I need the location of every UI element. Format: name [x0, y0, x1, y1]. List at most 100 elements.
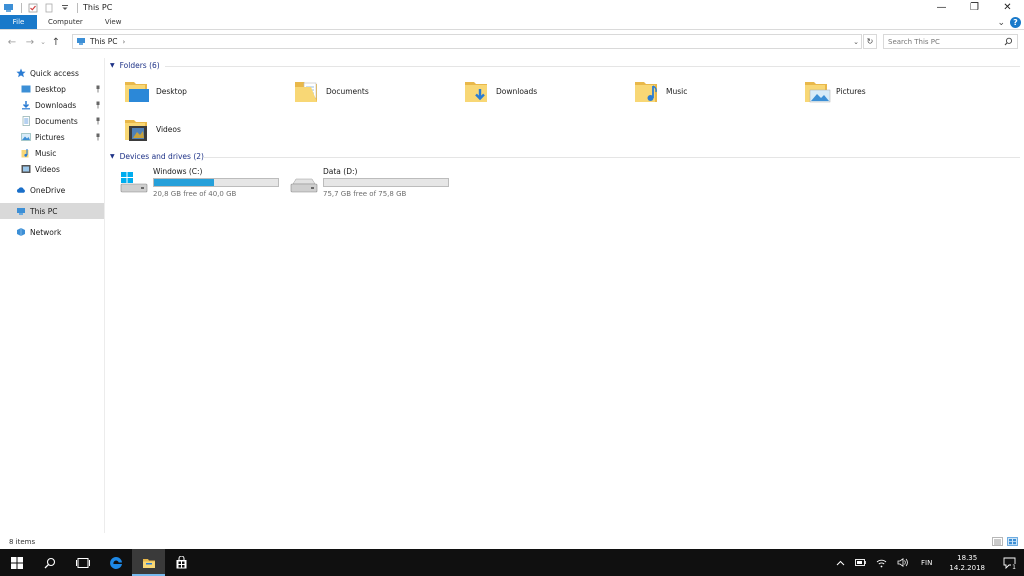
collapse-chevron-icon[interactable]: ▼	[110, 153, 115, 160]
maximize-button[interactable]: ❐	[958, 0, 991, 15]
sidebar-item-downloads[interactable]: Downloads	[21, 97, 76, 113]
store-taskbar-button[interactable]	[165, 549, 198, 576]
folder-tile-desktop[interactable]: Desktop	[123, 75, 187, 107]
network-icon	[16, 227, 26, 237]
back-button[interactable]: ←	[3, 34, 21, 50]
this-pc-window-icon[interactable]	[3, 2, 14, 13]
taskbar: FIN 18.35 14.2.2018 1	[0, 549, 1024, 576]
search-input[interactable]	[884, 37, 999, 46]
pictures-folder-icon	[21, 132, 31, 142]
address-dropdown-icon[interactable]: ⌄	[853, 38, 859, 46]
star-icon	[16, 68, 26, 78]
wifi-icon[interactable]	[871, 549, 892, 576]
drive-usage-bar	[323, 178, 449, 187]
address-bar[interactable]: This PC › ⌄	[72, 34, 862, 49]
properties-icon[interactable]	[27, 2, 38, 13]
tab-file[interactable]: File	[0, 15, 37, 29]
collapse-chevron-icon[interactable]: ▼	[110, 62, 115, 69]
action-center-button[interactable]: 1	[994, 549, 1024, 576]
forward-button[interactable]: →	[21, 34, 39, 50]
window-title: This PC	[83, 3, 113, 12]
sidebar-item-music[interactable]: Music	[21, 145, 56, 161]
task-view-button[interactable]	[66, 549, 99, 576]
sidebar-item-label: Downloads	[35, 100, 77, 110]
help-icon[interactable]: ?	[1010, 17, 1021, 28]
folder-label: Pictures	[836, 86, 866, 96]
tab-computer[interactable]: Computer	[37, 15, 94, 29]
sidebar-item-label: Documents	[35, 116, 78, 126]
pin-icon	[95, 101, 101, 109]
sidebar-item-label: Network	[30, 227, 62, 237]
music-folder-icon	[633, 77, 661, 105]
sidebar-item-label: OneDrive	[30, 185, 66, 195]
pictures-folder-icon	[803, 77, 831, 105]
edge-taskbar-button[interactable]	[99, 549, 132, 576]
search-box[interactable]	[883, 34, 1018, 49]
sidebar-item-label: Videos	[35, 164, 60, 174]
expand-ribbon-icon[interactable]: ⌄	[997, 18, 1005, 28]
input-language[interactable]: FIN	[913, 549, 940, 576]
computer-icon	[16, 206, 26, 216]
breadcrumb[interactable]: This PC	[90, 37, 117, 46]
status-bar: 8 items	[0, 534, 1024, 549]
folder-tile-music[interactable]: Music	[633, 75, 687, 107]
window-controls: — ❐ ✕	[925, 0, 1024, 15]
search-button[interactable]	[33, 549, 66, 576]
drive-name: Windows (C:)	[153, 167, 203, 176]
recent-locations-button[interactable]: ⌄	[39, 34, 47, 50]
up-button[interactable]: ↑	[47, 34, 65, 50]
folder-tile-downloads[interactable]: Downloads	[463, 75, 537, 107]
sidebar-item-label: Music	[35, 148, 57, 158]
folder-label: Music	[666, 86, 688, 96]
sidebar-item-network[interactable]: Network	[16, 224, 61, 240]
folder-label: Desktop	[156, 86, 187, 96]
details-view-icon[interactable]	[992, 537, 1003, 546]
large-icons-view-icon[interactable]	[1007, 537, 1018, 546]
drive-usage-bar	[153, 178, 279, 187]
drive-tile-d[interactable]: Data (D:) 75,7 GB free of 75,8 GB	[289, 167, 449, 198]
drive-tile-c[interactable]: Windows (C:) 20,8 GB free of 40,0 GB	[119, 167, 279, 198]
folders-group-header[interactable]: ▼ Folders (6)	[110, 59, 160, 71]
search-icon[interactable]	[1004, 37, 1013, 48]
refresh-button[interactable]: ↻	[863, 34, 877, 49]
customize-toolbar-icon[interactable]	[59, 2, 70, 13]
sidebar-item-documents[interactable]: Documents	[21, 113, 78, 129]
windows-drive-icon	[119, 171, 149, 195]
show-hidden-icons-icon[interactable]	[831, 549, 850, 576]
file-explorer-taskbar-button[interactable]	[132, 549, 165, 576]
folder-tile-pictures[interactable]: Pictures	[803, 75, 866, 107]
battery-icon[interactable]	[850, 549, 871, 576]
videos-folder-icon	[123, 115, 151, 143]
hard-drive-icon	[289, 171, 319, 195]
drive-free-space: 20,8 GB free of 40,0 GB	[153, 190, 237, 198]
group-header-label: Devices and drives (2)	[119, 151, 204, 161]
folder-tile-documents[interactable]: Documents	[293, 75, 369, 107]
volume-icon[interactable]	[892, 549, 913, 576]
close-button[interactable]: ✕	[991, 0, 1024, 15]
tab-view[interactable]: View	[94, 15, 133, 29]
sidebar-item-this-pc[interactable]: This PC	[0, 203, 104, 219]
taskbar-clock[interactable]: 18.35 14.2.2018	[940, 553, 994, 573]
start-button[interactable]	[0, 549, 33, 576]
ribbon-tabs: File Computer View ⌄ ?	[0, 15, 1024, 30]
group-divider	[203, 157, 1020, 158]
sidebar-item-onedrive[interactable]: OneDrive	[16, 182, 65, 198]
system-tray: FIN 18.35 14.2.2018 1	[831, 549, 1024, 576]
windows-logo-icon	[10, 556, 23, 569]
breadcrumb-chevron-icon[interactable]: ›	[122, 38, 125, 46]
sidebar-item-pictures[interactable]: Pictures	[21, 129, 65, 145]
sidebar-item-quick-access[interactable]: Quick access	[16, 65, 79, 81]
sidebar-item-desktop[interactable]: Desktop	[21, 81, 66, 97]
new-folder-icon[interactable]	[43, 2, 54, 13]
downloads-folder-icon	[21, 100, 31, 110]
pin-icon	[95, 117, 101, 125]
devices-group-header[interactable]: ▼ Devices and drives (2)	[110, 150, 204, 162]
minimize-button[interactable]: —	[925, 0, 958, 15]
this-pc-icon	[76, 37, 86, 46]
sidebar-item-label: This PC	[30, 206, 58, 216]
drive-usage-fill	[154, 179, 214, 186]
folder-tile-videos[interactable]: Videos	[123, 113, 181, 145]
sidebar-item-videos[interactable]: Videos	[21, 161, 60, 177]
videos-folder-icon	[21, 164, 31, 174]
store-bag-icon	[176, 556, 187, 569]
